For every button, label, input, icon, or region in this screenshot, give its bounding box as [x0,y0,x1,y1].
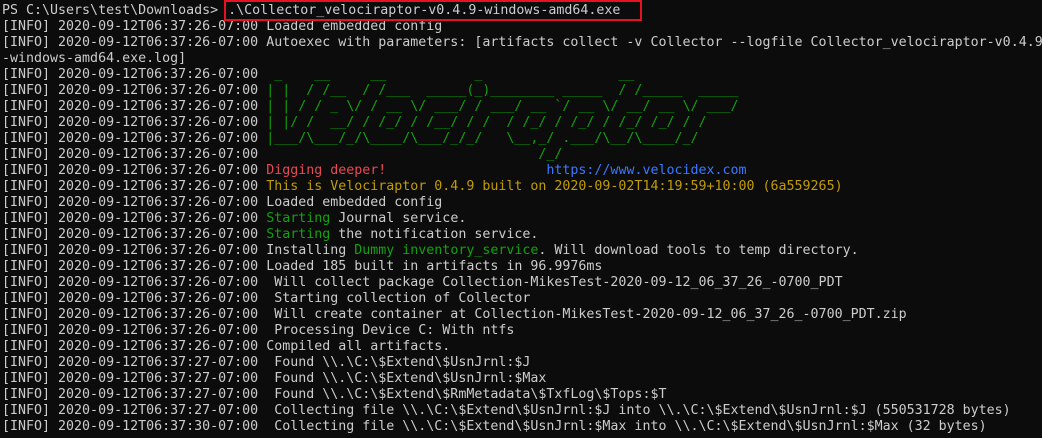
log-line: [INFO] 2020-09-12T06:37:30-07:00 Collect… [2,419,1042,435]
log-line: [INFO] 2020-09-12T06:37:26-07:00 Process… [2,323,1042,339]
log-message: Found \\.\C:\$Extend\$UsnJrnl:$J [266,355,531,370]
log-message: Dummy inventory_service [354,243,539,258]
log-line: [INFO] 2020-09-12T06:37:26-07:00 Loaded … [2,195,1042,211]
log-timestamp: [INFO] 2020-09-12T06:37:26-07:00 [2,227,267,242]
log-line: [INFO] 2020-09-12T06:37:27-07:00 Found \… [2,355,1042,371]
log-message: Found \\.\C:\$Extend\$RmMetadata\$TxfLog… [266,387,667,402]
log-line: [INFO] 2020-09-12T06:37:27-07:00 Collect… [2,403,1042,419]
log-timestamp: [INFO] 2020-09-12T06:37:26-07:00 [2,67,267,82]
log-line: [INFO] 2020-09-12T06:37:26-07:00 Will cr… [2,307,1042,323]
log-line: [INFO] 2020-09-12T06:37:26-07:00 Autoexe… [2,35,1042,51]
log-timestamp: [INFO] 2020-09-12T06:37:26-07:00 [2,147,267,162]
log-timestamp: [INFO] 2020-09-12T06:37:26-07:00 [2,115,267,130]
log-message: Loaded embedded config [266,19,443,34]
log-line: [INFO] 2020-09-12T06:37:26-07:00 | |/ / … [2,115,1042,131]
log-line: [INFO] 2020-09-12T06:37:26-07:00 Install… [2,243,1042,259]
log-line: [INFO] 2020-09-12T06:37:26-07:00 /_/ [2,147,1042,163]
log-line: -windows-amd64.exe.log] [2,51,1042,67]
log-timestamp: [INFO] 2020-09-12T06:37:26-07:00 [2,339,267,354]
log-timestamp: [INFO] 2020-09-12T06:37:26-07:00 [2,259,267,274]
log-timestamp: [INFO] 2020-09-12T06:37:26-07:00 [2,19,267,34]
log-timestamp: [INFO] 2020-09-12T06:37:26-07:00 [2,99,267,114]
log-line: [INFO] 2020-09-12T06:37:26-07:00 | | / /… [2,99,1042,115]
log-timestamp: [INFO] 2020-09-12T06:37:26-07:00 [2,275,267,290]
log-timestamp: [INFO] 2020-09-12T06:37:26-07:00 [2,35,267,50]
log-message: _ __ __ _ __ [266,67,635,82]
log-message: the notification service. [330,227,539,242]
log-message: Autoexec with parameters: [artifacts col… [266,35,1042,50]
log-timestamp: [INFO] 2020-09-12T06:37:26-07:00 [2,179,267,194]
log-timestamp: [INFO] 2020-09-12T06:37:26-07:00 [2,163,267,178]
log-message: /_/ [266,147,563,162]
log-message [386,163,546,178]
log-line: [INFO] 2020-09-12T06:37:26-07:00 Compile… [2,339,1042,355]
log-line: [INFO] 2020-09-12T06:37:26-07:00 Digging… [2,163,1042,179]
log-line: [INFO] 2020-09-12T06:37:26-07:00 Loaded … [2,19,1042,35]
log-line: [INFO] 2020-09-12T06:37:26-07:00 Startin… [2,211,1042,227]
log-message: Loaded 185 built in artifacts in 96.9976… [266,259,603,274]
log-message: Collecting file \\.\C:\$Extend\$UsnJrnl:… [266,419,987,434]
terminal-window[interactable]: PS C:\Users\test\Downloads> .\Collector_… [0,0,1042,438]
log-timestamp: [INFO] 2020-09-12T06:37:27-07:00 [2,355,267,370]
log-timestamp: [INFO] 2020-09-12T06:37:30-07:00 [2,419,267,434]
log-message: This is Velociraptor 0.4.9 built on 2020… [266,179,843,194]
log-timestamp: [INFO] 2020-09-12T06:37:26-07:00 [2,195,267,210]
log-message: https://www.velocidex.com [546,163,747,178]
prompt-line: PS C:\Users\test\Downloads> .\Collector_… [2,0,1042,21]
log-line: [INFO] 2020-09-12T06:37:27-07:00 Found \… [2,371,1042,387]
log-message: Starting [266,211,331,226]
log-line: [INFO] 2020-09-12T06:37:26-07:00 This is… [2,179,1042,195]
log-message: Journal service. [330,211,467,226]
log-line: [INFO] 2020-09-12T06:37:26-07:00 Loaded … [2,259,1042,275]
log-line: [INFO] 2020-09-12T06:37:27-07:00 Found \… [2,387,1042,403]
log-line: [INFO] 2020-09-12T06:37:26-07:00 | | / /… [2,83,1042,99]
highlighted-command: .\Collector_velociraptor-v0.4.9-windows-… [224,0,643,21]
log-line: [INFO] 2020-09-12T06:37:26-07:00 Startin… [2,227,1042,243]
log-message: | | / / _ \/ / __ \/ ___/ / ___/ __ `/ _… [266,99,739,114]
log-line: [INFO] 2020-09-12T06:37:26-07:00 |___/\_… [2,131,1042,147]
log-timestamp: [INFO] 2020-09-12T06:37:26-07:00 [2,291,267,306]
log-message: Starting collection of Collector [266,291,531,306]
log-message: Collecting file \\.\C:\$Extend\$UsnJrnl:… [266,403,1011,418]
log-message: Loaded embedded config [266,195,443,210]
log-timestamp: [INFO] 2020-09-12T06:37:26-07:00 [2,83,267,98]
log-timestamp: [INFO] 2020-09-12T06:37:27-07:00 [2,371,267,386]
log-message: . Will download tools to temp directory. [538,243,859,258]
log-line: [INFO] 2020-09-12T06:37:26-07:00 Will co… [2,275,1042,291]
log-timestamp: [INFO] 2020-09-12T06:37:26-07:00 [2,131,267,146]
log-message: |___/\___/_/\____/\___/_/_/ \__,_/ .___/… [266,131,699,146]
log-message: -windows-amd64.exe.log] [2,51,187,66]
log-message: Digging deeper! [266,163,387,178]
log-message: | |/ / __/ / /_/ / /__/ / / / /_/ / /_/ … [266,115,707,130]
log-line: [INFO] 2020-09-12T06:37:26-07:00 _ __ __… [2,67,1042,83]
log-message: Installing [266,243,355,258]
log-timestamp: [INFO] 2020-09-12T06:37:27-07:00 [2,403,267,418]
log-message: Found \\.\C:\$Extend\$UsnJrnl:$Max [266,371,547,386]
log-timestamp: [INFO] 2020-09-12T06:37:26-07:00 [2,243,267,258]
log-message: | | / /__ / /___ _____(_)________ _____ … [266,83,739,98]
log-message: Starting [266,227,331,242]
log-timestamp: [INFO] 2020-09-12T06:37:27-07:00 [2,387,267,402]
log-timestamp: [INFO] 2020-09-12T06:37:26-07:00 [2,323,267,338]
log-output: [INFO] 2020-09-12T06:37:26-07:00 Loaded … [2,19,1042,435]
log-message: Processing Device C: With ntfs [266,323,515,338]
log-message: Will collect package Collection-MikesTes… [266,275,843,290]
log-message: Compiled all artifacts. [266,339,451,354]
log-timestamp: [INFO] 2020-09-12T06:37:26-07:00 [2,211,267,226]
log-message: Will create container at Collection-Mike… [266,307,907,322]
log-line: [INFO] 2020-09-12T06:37:26-07:00 Startin… [2,291,1042,307]
log-timestamp: [INFO] 2020-09-12T06:37:26-07:00 [2,307,267,322]
prompt-text: PS C:\Users\test\Downloads> [2,3,227,18]
